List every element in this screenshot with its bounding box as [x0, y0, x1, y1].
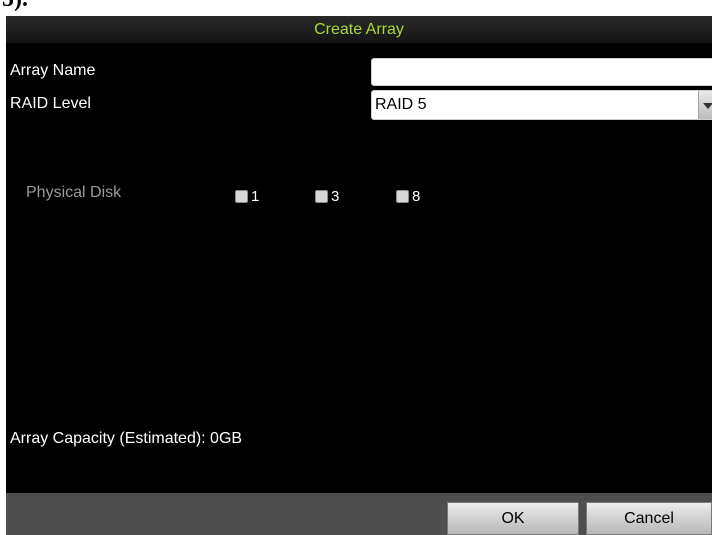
- disk-number: 8: [412, 188, 421, 205]
- array-name-label: Array Name: [10, 62, 96, 79]
- ok-button[interactable]: OK: [447, 502, 579, 535]
- dialog-title: Create Array: [314, 20, 404, 38]
- raid-level-value: RAID 5: [375, 96, 427, 113]
- checkbox-icon[interactable]: [235, 190, 248, 203]
- cancel-button[interactable]: Cancel: [586, 502, 712, 535]
- page-artifact-text: 5).: [0, 0, 60, 16]
- disk-option-8[interactable]: 8: [396, 188, 420, 205]
- array-capacity-text: Array Capacity (Estimated): 0GB: [10, 430, 243, 447]
- disk-number: 3: [331, 188, 340, 205]
- dialog-titlebar: Create Array: [6, 16, 712, 43]
- checkbox-icon[interactable]: [315, 190, 328, 203]
- disk-option-3[interactable]: 3: [315, 188, 339, 205]
- raid-level-label: RAID Level: [10, 95, 91, 112]
- disk-number: 1: [251, 188, 260, 205]
- checkbox-icon[interactable]: [396, 190, 409, 203]
- array-name-input[interactable]: [371, 58, 712, 86]
- create-array-dialog: Create Array Array Name RAID Level RAID …: [6, 16, 712, 535]
- dropdown-button[interactable]: [698, 91, 712, 119]
- chevron-down-icon: [703, 103, 712, 109]
- disk-option-1[interactable]: 1: [235, 188, 259, 205]
- page-artifact-label: 5).: [2, 0, 28, 13]
- raid-level-select[interactable]: RAID 5: [371, 90, 712, 120]
- physical-disk-label: Physical Disk: [26, 184, 122, 201]
